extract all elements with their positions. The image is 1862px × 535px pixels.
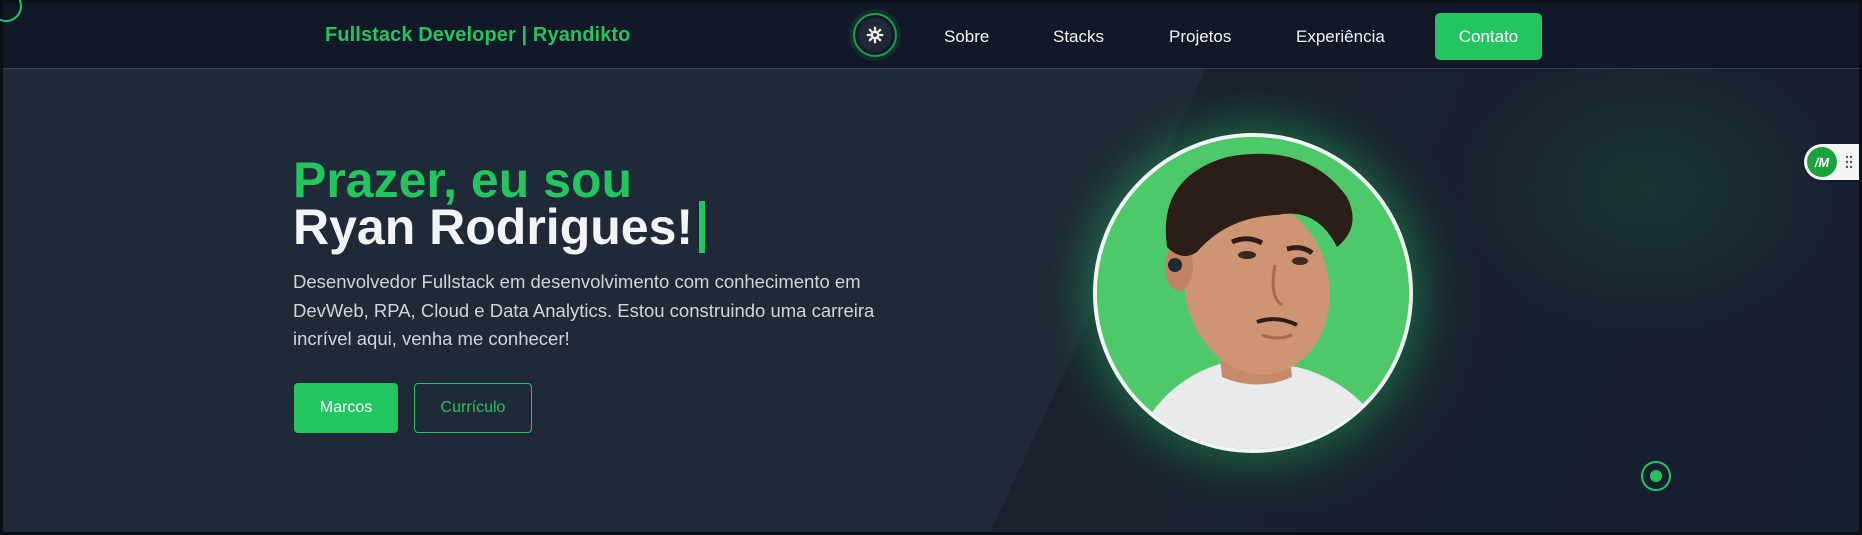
hero-section: Prazer, eu sou Ryan Rodrigues! Desenvolv… [0,69,1862,535]
theme-toggle-button[interactable] [853,13,897,57]
brand-separator: | [521,24,528,46]
marcos-button[interactable]: Marcos [294,383,398,433]
hero-glow [1440,69,1860,349]
nav-link-stacks[interactable]: Stacks [1053,27,1104,47]
nav-link-projetos[interactable]: Projetos [1169,27,1231,47]
extension-logo-icon: /M [1807,147,1837,177]
gear-icon [858,18,892,52]
hero-description: Desenvolvedor Fullstack em desenvolvimen… [293,271,875,349]
brand[interactable]: Fullstack Developer | Ryandikto [325,24,631,47]
brand-title: Fullstack Developer [325,24,516,46]
drag-handle-icon[interactable] [1845,155,1853,169]
extension-badge[interactable]: /M [1804,144,1862,180]
typing-cursor [699,201,706,253]
dot-icon [1650,470,1662,482]
contact-button[interactable]: Contato [1435,13,1542,60]
brand-handle: Ryandikto [532,24,631,46]
curriculo-button[interactable]: Currículo [414,383,532,433]
scroll-indicator[interactable] [1641,461,1671,491]
nav-link-experiencia[interactable]: Experiência [1296,27,1385,47]
hero-name: Ryan Rodrigues! [293,199,706,255]
profile-avatar [1093,133,1413,453]
hero-name-text: Ryan Rodrigues! [293,199,694,255]
navbar: Fullstack Developer | Ryandikto Sobre St… [0,0,1862,69]
nav-link-sobre[interactable]: Sobre [944,27,989,47]
